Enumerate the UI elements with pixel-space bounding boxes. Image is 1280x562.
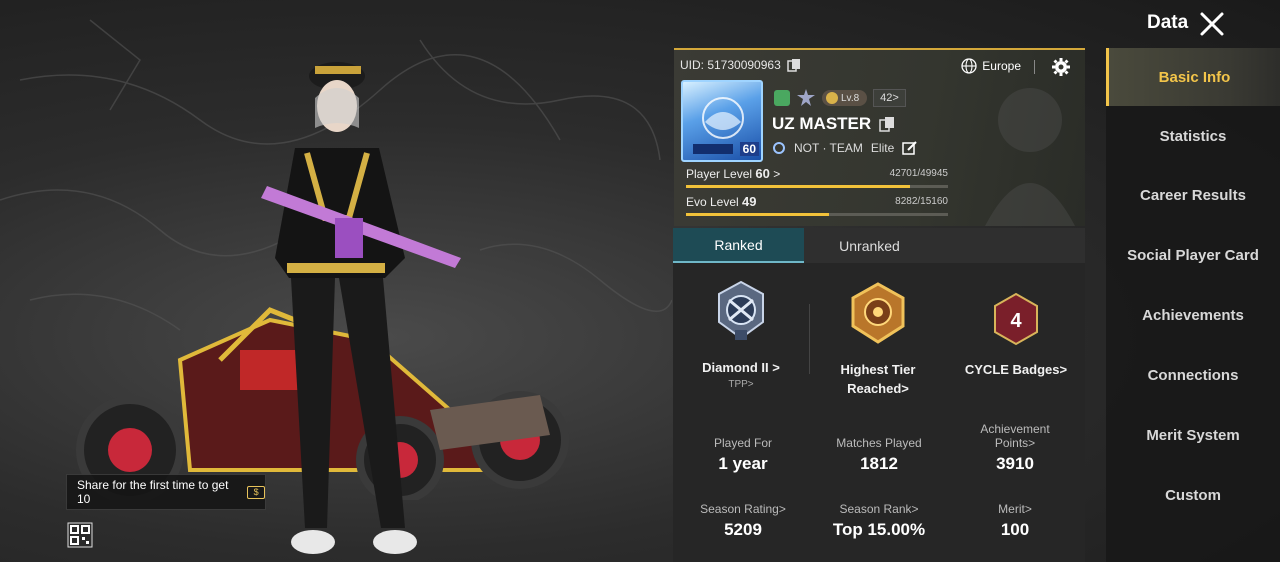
- stat-value: Top 15.00%: [832, 520, 926, 539]
- current-rank[interactable]: Diamond II > TPP>: [693, 360, 789, 390]
- player-xp: 42701/49945: [889, 168, 948, 179]
- cycle-badges[interactable]: CYCLE Badges>: [959, 362, 1073, 377]
- emblem-icon[interactable]: [796, 88, 816, 108]
- team-icon: [773, 142, 785, 154]
- cycle-number: 4: [1010, 310, 1022, 332]
- nav-basic-info[interactable]: Basic Info: [1106, 48, 1280, 106]
- stat-achievement-points[interactable]: Achievement Points> 3910: [945, 422, 1085, 474]
- current-rank-label: Diamond II >: [702, 360, 780, 375]
- copy-uid-icon[interactable]: [787, 58, 801, 72]
- level-pill[interactable]: Lv.8: [822, 90, 868, 106]
- divider: [809, 304, 810, 374]
- avatar-level-badge: 60: [739, 142, 759, 156]
- stats-panel: Ranked Unranked Diamond II > TPP> Highes…: [673, 228, 1085, 562]
- nav-merit-system[interactable]: Merit System: [1106, 406, 1280, 464]
- tab-unranked[interactable]: Unranked: [804, 228, 935, 263]
- team-name[interactable]: NOT · TEAM: [794, 141, 863, 155]
- gear-icon[interactable]: [1051, 57, 1071, 77]
- avatar[interactable]: 60: [681, 80, 763, 162]
- side-navigation: Basic Info Statistics Career Results Soc…: [1106, 48, 1280, 562]
- coin-icon: $: [247, 485, 265, 499]
- stat-played-for: Played For 1 year: [673, 436, 813, 474]
- team-row: NOT · TEAM Elite: [772, 140, 918, 156]
- edit-icon[interactable]: [902, 140, 918, 156]
- player-level-arrow: >: [773, 167, 781, 181]
- highest-tier-icon[interactable]: [845, 282, 911, 346]
- nav-connections[interactable]: Connections: [1106, 346, 1280, 404]
- tab-ranked[interactable]: Ranked: [673, 228, 804, 263]
- popularity-pill[interactable]: 42>: [873, 89, 906, 107]
- evo-level-label: Evo Level: [686, 195, 739, 209]
- stat-label: Season Rating>: [700, 502, 786, 516]
- stat-label: Merit>: [998, 502, 1032, 516]
- nav-achievements[interactable]: Achievements: [1106, 286, 1280, 344]
- stat-value: 100: [1000, 520, 1030, 539]
- share-tip-text: Share for the first time to get 10: [77, 478, 229, 506]
- evo-xp-fill: [686, 213, 830, 216]
- stat-label: Played For: [713, 436, 773, 450]
- close-icon[interactable]: [1198, 10, 1226, 38]
- diamond-rank-icon[interactable]: [711, 280, 771, 344]
- copy-name-icon[interactable]: [879, 116, 897, 132]
- soldier-silhouette: [985, 88, 1075, 226]
- stat-value: 3910: [996, 454, 1034, 473]
- stat-label: Achievement Points>: [980, 422, 1050, 450]
- evo-level-row: Evo Level 49 8282/15160: [686, 194, 948, 216]
- player-character: [261, 62, 461, 554]
- evo-xp-bar: [686, 213, 948, 216]
- cycle-badges-label: CYCLE Badges>: [964, 362, 1068, 377]
- nav-statistics[interactable]: Statistics: [1106, 107, 1280, 165]
- nav-custom[interactable]: Custom: [1106, 466, 1280, 524]
- highest-tier[interactable]: Highest Tier Reached>: [823, 362, 933, 396]
- globe-icon: [961, 58, 977, 74]
- nav-career-results[interactable]: Career Results: [1106, 166, 1280, 224]
- stat-value: 1 year: [718, 454, 768, 473]
- coin-icon: [826, 92, 838, 104]
- player-xp-fill: [686, 185, 910, 188]
- uid-text: UID: 51730090963: [680, 58, 781, 72]
- level-pill-text: Lv.8: [841, 92, 860, 104]
- rank-shield-icon[interactable]: [774, 90, 790, 106]
- highest-tier-line2: Reached>: [847, 381, 909, 396]
- stat-label: Season Rank>: [839, 502, 919, 516]
- popularity-value: 42>: [880, 92, 899, 104]
- rank-mode[interactable]: TPP>: [693, 379, 789, 390]
- player-level-value: 60: [755, 166, 770, 181]
- stat-season-rating[interactable]: Season Rating> 5209: [673, 502, 813, 540]
- character-scene: Share for the first time to get 10 $: [0, 0, 672, 562]
- stat-value: 1812: [860, 454, 898, 473]
- page-title: Data: [1147, 12, 1189, 33]
- profile-card: UID: 51730090963 Europe 60 Lv.8 42> UZ M…: [674, 48, 1085, 226]
- stat-label: Matches Played: [836, 436, 922, 450]
- qr-code-icon[interactable]: [67, 522, 93, 548]
- highest-tier-line1: Highest Tier: [840, 362, 916, 377]
- evo-xp: 8282/15160: [895, 196, 948, 207]
- badges-row: Lv.8 42>: [774, 88, 906, 108]
- player-level-row[interactable]: Player Level 60 > 42701/49945: [686, 166, 948, 188]
- stat-merit[interactable]: Merit> 100: [945, 502, 1085, 540]
- team-tier: Elite: [870, 141, 895, 155]
- cycle-badge-icon[interactable]: 4: [993, 292, 1039, 346]
- evo-level-value: 49: [742, 194, 757, 209]
- uid-display: UID: 51730090963: [680, 58, 801, 72]
- player-level-label: Player Level: [686, 167, 753, 181]
- stat-matches-played: Matches Played 1812: [809, 436, 949, 474]
- stat-season-rank[interactable]: Season Rank> Top 15.00%: [809, 502, 949, 540]
- region-selector[interactable]: Europe: [961, 58, 1021, 74]
- player-name-row: UZ MASTER: [772, 114, 897, 134]
- divider: [1034, 60, 1035, 74]
- mode-tabs: Ranked Unranked: [673, 228, 1085, 263]
- stat-value: 5209: [724, 520, 762, 539]
- region-label: Europe: [982, 59, 1021, 73]
- share-reward-tip[interactable]: Share for the first time to get 10 $: [66, 474, 266, 510]
- nav-social-player-card[interactable]: Social Player Card: [1106, 226, 1280, 284]
- player-name: UZ MASTER: [772, 114, 872, 133]
- player-xp-bar: [686, 185, 948, 188]
